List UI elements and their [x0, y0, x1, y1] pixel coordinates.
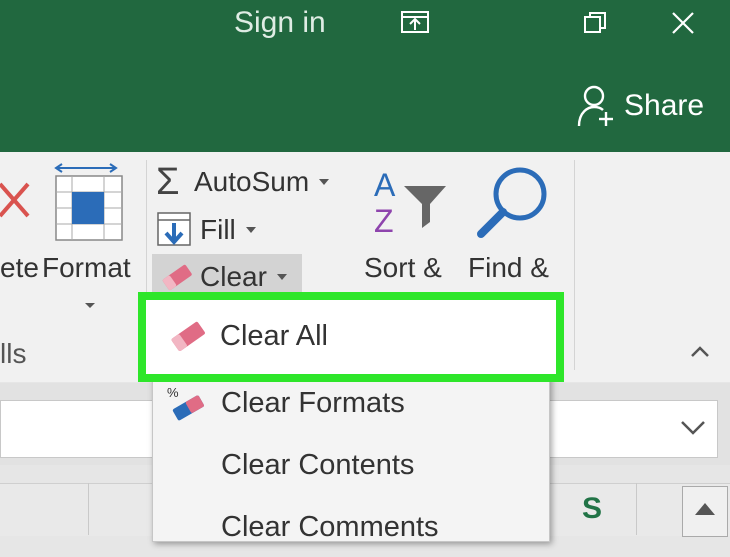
find-select-label[interactable]: Find & [468, 252, 549, 284]
expand-formula-bar-icon[interactable] [680, 420, 706, 436]
ribbon-display-options-icon[interactable] [400, 10, 430, 36]
close-icon[interactable] [670, 10, 696, 36]
column-divider [88, 483, 89, 535]
menu-item-label: Clear Comments [221, 510, 439, 543]
fill-button[interactable]: Fill [156, 210, 256, 250]
scroll-up-button[interactable] [682, 486, 728, 537]
share-person-icon [577, 85, 613, 127]
restore-icon[interactable] [582, 10, 608, 36]
menu-item-clear-comments[interactable]: Clear Comments [153, 497, 549, 557]
clear-formats-icon: % [167, 385, 204, 421]
share-button[interactable]: Share [576, 84, 704, 128]
group-separator [574, 160, 575, 370]
delete-label[interactable]: ete [0, 252, 39, 284]
title-bar: Sign in Share [0, 0, 730, 152]
svg-text:Z: Z [374, 203, 394, 236]
format-label[interactable]: Format [42, 252, 131, 284]
chevron-down-icon [245, 226, 256, 233]
column-header-s[interactable]: S [582, 492, 602, 526]
fill-down-icon [157, 212, 191, 246]
menu-item-label: Clear Contents [221, 448, 415, 481]
column-divider [636, 483, 637, 535]
svg-text:A: A [374, 167, 396, 203]
sort-filter-icon[interactable]: A Z [372, 166, 450, 236]
fill-label: Fill [200, 214, 236, 245]
autosum-label: AutoSum [194, 166, 310, 197]
sort-filter-label[interactable]: Sort & [364, 252, 442, 284]
clear-label: Clear [200, 261, 267, 292]
format-dropdown-icon[interactable] [84, 302, 96, 310]
chevron-down-icon [319, 178, 330, 185]
menu-item-clear-contents[interactable]: Clear Contents [153, 435, 549, 495]
menu-item-label: Clear All [220, 320, 328, 352]
svg-text:%: % [167, 385, 179, 400]
menu-item-clear-all[interactable]: Clear All [138, 292, 564, 382]
sign-in-link[interactable]: Sign in [234, 6, 326, 40]
share-label: Share [624, 89, 705, 122]
format-cells-icon[interactable] [52, 160, 130, 244]
sigma-icon: Σ [156, 160, 180, 203]
cells-group-label: lls [0, 338, 27, 369]
menu-item-label: Clear Formats [221, 386, 405, 419]
eraser-icon [171, 321, 205, 351]
triangle-up-icon [695, 503, 715, 515]
eraser-icon [162, 264, 192, 290]
chevron-down-icon [276, 273, 287, 280]
menu-item-clear-formats[interactable]: % Clear Formats [153, 373, 549, 433]
find-magnifier-icon[interactable] [476, 164, 552, 240]
delete-cells-icon[interactable] [0, 178, 34, 222]
collapse-ribbon-icon[interactable] [690, 344, 710, 358]
autosum-button[interactable]: Σ AutoSum [156, 160, 330, 203]
